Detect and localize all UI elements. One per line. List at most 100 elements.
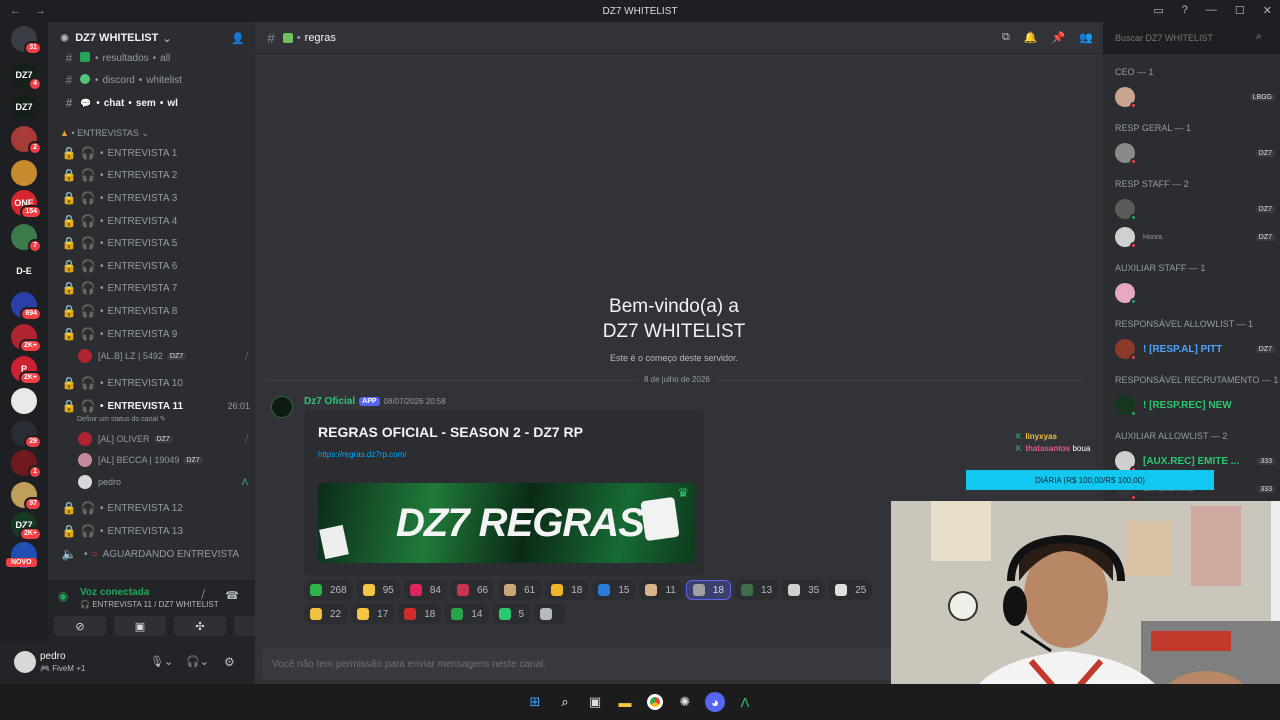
discord-icon[interactable]: ◕ <box>705 692 725 712</box>
voice-channel[interactable]: 🔒 🎧 • ENTREVISTA 10 <box>58 373 250 393</box>
reaction[interactable]: 18 <box>398 604 442 624</box>
reaction[interactable]: 17 <box>351 604 395 624</box>
disconnect-icon[interactable]: ☎ <box>225 589 239 602</box>
maximize-button[interactable]: ☐ <box>1235 4 1245 17</box>
voice-channel[interactable]: 🔒 🎧 • ENTREVISTA 6 <box>58 256 250 276</box>
reaction[interactable]: 61 <box>498 580 542 600</box>
set-channel-status[interactable]: Definir um status do canal ✎ <box>77 415 166 423</box>
embed-banner-image[interactable]: DZ7 REGRAS ♛ <box>318 483 695 563</box>
server-icon[interactable]: 7 <box>11 224 42 253</box>
reaction[interactable] <box>534 604 567 624</box>
voice-channel[interactable]: 🔒 🎧 • ENTREVISTA 12 <box>58 498 250 518</box>
voice-user[interactable]: pedro Λ <box>78 472 248 492</box>
help-icon[interactable]: ? <box>1182 4 1188 17</box>
server-icon[interactable] <box>11 388 37 414</box>
reaction[interactable]: 25 <box>829 580 873 600</box>
forward-arrow-icon[interactable]: → <box>35 5 46 17</box>
screen-share-button[interactable]: ▣ <box>114 616 166 636</box>
settings-gear-icon[interactable]: ⚙ <box>224 655 235 669</box>
activities-button[interactable]: ✣ <box>174 616 226 636</box>
message-author[interactable]: Dz7 Oficial <box>304 396 355 407</box>
server-icon[interactable] <box>11 160 37 186</box>
text-channel[interactable]: # • resultados • all <box>58 48 250 68</box>
server-icon[interactable]: 1 <box>11 450 42 479</box>
reaction[interactable]: 95 <box>356 580 400 600</box>
member-item[interactable] <box>1115 281 1275 305</box>
voice-channel-info[interactable]: 🎧 ENTREVISTA 11 / DZ7 WHITELIST <box>80 600 219 609</box>
app-icon[interactable]: ✺ <box>675 692 695 712</box>
voice-channel[interactable]: 🔒 🎧 • ENTREVISTA 2 <box>58 165 250 185</box>
reaction[interactable]: 35 <box>782 580 826 600</box>
reaction[interactable]: 66 <box>450 580 495 600</box>
lock-icon: 🔒 <box>61 168 77 182</box>
add-member-icon[interactable]: 👤 <box>231 32 245 45</box>
reaction[interactable]: 18 <box>685 580 731 600</box>
reaction[interactable]: 15 <box>592 580 636 600</box>
server-icon[interactable]: 97 <box>11 482 42 511</box>
server-icon[interactable]: 694 <box>11 292 42 321</box>
voice-channel[interactable]: 🔒 🎧 • ENTREVISTA 9 <box>58 324 250 344</box>
server-icon[interactable]: DZ7 4 <box>11 62 42 91</box>
member-list-icon[interactable]: 👥 <box>1079 31 1093 44</box>
reaction[interactable]: 22 <box>304 604 348 624</box>
voice-channel[interactable]: 🔈 • ○ AGUARDANDO ENTREVISTA <box>58 544 250 564</box>
voice-channel[interactable]: 🔒 🎧 • ENTREVISTA 8 <box>58 301 250 321</box>
server-icon[interactable]: P 2K+ <box>11 356 42 385</box>
member-item[interactable]: ! [RESP.REC] NEW <box>1115 393 1275 417</box>
text-channel[interactable]: # 💬 • chat • sem • wl <box>58 93 250 113</box>
server-icon[interactable]: DZ7 2K+ <box>11 512 42 541</box>
task-view-icon[interactable]: ▣ <box>585 692 605 712</box>
text-channel[interactable]: # • discord • whitelist <box>58 70 250 90</box>
voice-channel[interactable]: 🔒 🎧 • ENTREVISTA 7 <box>58 278 250 298</box>
close-button[interactable]: ✕ <box>1263 4 1272 17</box>
chrome-icon[interactable] <box>645 692 665 712</box>
voice-user[interactable]: [AL] BECCA | 19049 DZ7 <box>78 450 248 470</box>
nvidia-icon[interactable]: Λ <box>735 692 755 712</box>
back-arrow-icon[interactable]: ← <box>10 5 21 17</box>
voice-channel-active[interactable]: 🔒 🎧 • ENTREVISTA 11 26:01 <box>58 396 250 416</box>
headphones-icon[interactable]: 🎧⌄ <box>186 655 209 668</box>
member-item[interactable]: DZ7 <box>1115 197 1275 221</box>
reaction[interactable]: 14 <box>445 604 489 624</box>
camera-off-button[interactable]: ⊘ <box>54 616 106 636</box>
avatar[interactable] <box>14 651 36 673</box>
server-icon[interactable]: D-E <box>11 258 37 284</box>
minimize-button[interactable]: — <box>1206 4 1217 17</box>
bell-icon[interactable]: 🔔 <box>1024 31 1038 44</box>
member-item[interactable]: Honra. DZ7 <box>1115 225 1275 249</box>
pin-icon[interactable]: 📌 <box>1052 31 1066 44</box>
server-icon[interactable]: 2K+ <box>11 324 42 353</box>
reaction[interactable]: 5 <box>492 604 531 624</box>
voice-channel[interactable]: 🔒 🎧 • ENTREVISTA 13 <box>58 521 250 541</box>
server-icon[interactable]: 31 <box>11 26 42 55</box>
threads-icon[interactable]: ⧉ <box>1002 31 1010 44</box>
server-icon[interactable]: 29 <box>11 420 42 449</box>
voice-channel[interactable]: 🔒 🎧 • ENTREVISTA 4 <box>58 211 250 231</box>
reaction[interactable]: 268 <box>304 580 353 600</box>
member-item[interactable]: ! [RESP.AL] PITT DZ7 <box>1115 337 1275 361</box>
category-entrevistas[interactable]: ▲ • ENTREVISTAS ⌄ <box>60 128 149 139</box>
windows-start-icon[interactable]: ⊞ <box>525 692 545 712</box>
server-icon[interactable]: 2 <box>11 126 42 155</box>
mic-icon[interactable]: 🎙⌄ <box>150 655 173 668</box>
message-author-avatar[interactable] <box>271 396 293 418</box>
server-icon[interactable]: ONE 154 <box>11 190 42 219</box>
noise-suppression-icon[interactable]: ⧸ <box>201 589 205 602</box>
file-explorer-icon[interactable]: ▬ <box>615 692 635 712</box>
reaction[interactable]: 18 <box>545 580 589 600</box>
voice-channel[interactable]: 🔒 🎧 • ENTREVISTA 3 <box>58 188 250 208</box>
search-taskbar-icon[interactable]: ⌕ <box>555 692 575 712</box>
member-item[interactable]: LBGG <box>1115 85 1275 109</box>
voice-user[interactable]: [AL] OLIVER DZ7 ⧸ <box>78 429 248 449</box>
embed-link[interactable]: https://regras.dz7rp.com/ <box>318 450 406 459</box>
search-input[interactable] <box>1111 28 1271 48</box>
voice-user[interactable]: [AL.B] LZ | 5492 DZ7 ⧸ <box>78 346 248 366</box>
voice-channel[interactable]: 🔒 🎧 • ENTREVISTA 1 <box>58 143 250 163</box>
reaction[interactable]: 13 <box>734 580 779 600</box>
reaction[interactable]: 11 <box>639 580 682 600</box>
reaction[interactable]: 84 <box>403 580 447 600</box>
voice-channel[interactable]: 🔒 🎧 • ENTREVISTA 5 <box>58 233 250 253</box>
server-icon[interactable]: DZ7 <box>11 94 37 120</box>
inbox-icon[interactable]: ▭ <box>1153 4 1163 17</box>
member-item[interactable]: DZ7 <box>1115 141 1275 165</box>
